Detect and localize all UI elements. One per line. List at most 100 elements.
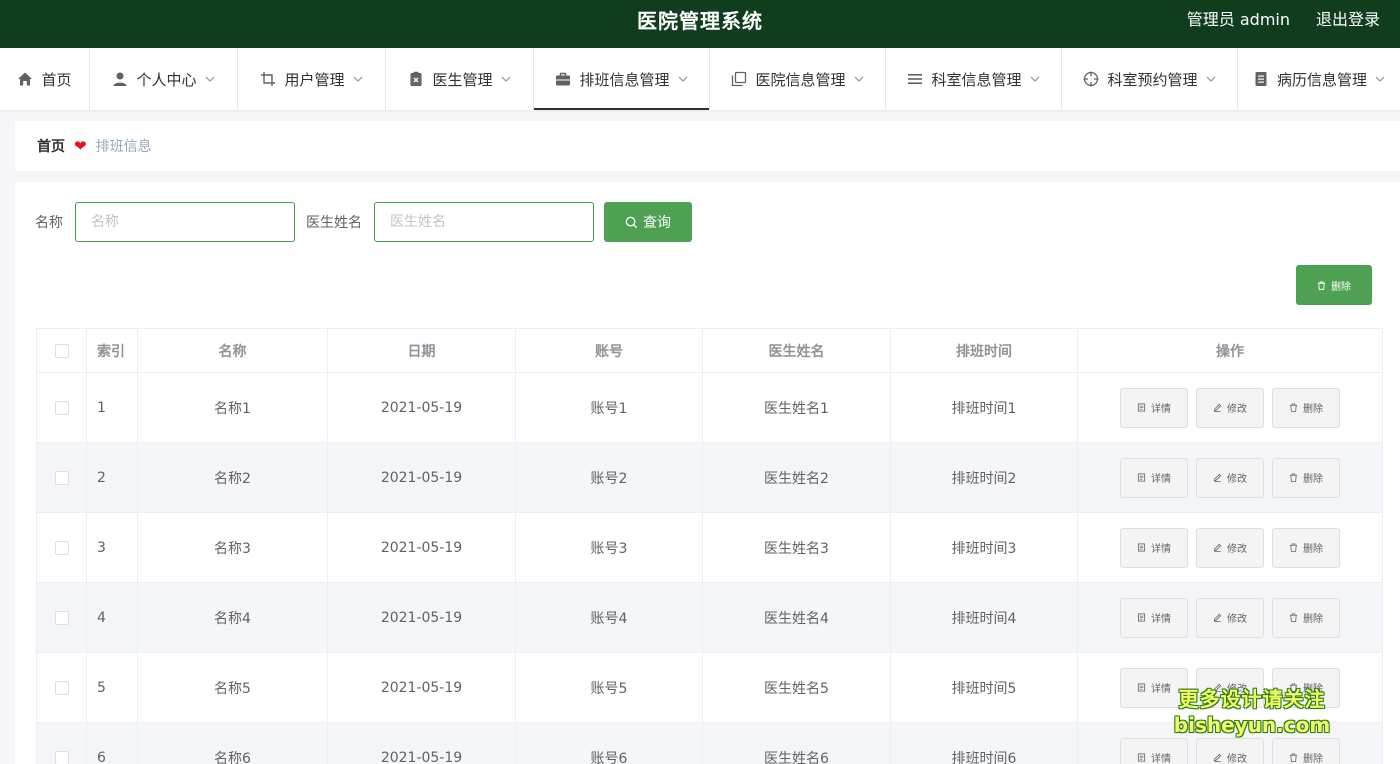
nav-item-medical-records[interactable]: 病历信息管理: [1238, 48, 1400, 110]
edit-button[interactable]: 修改: [1196, 667, 1264, 708]
cell-account: 账号4: [515, 582, 703, 653]
document-icon: [1253, 71, 1269, 87]
trash-icon: [1289, 683, 1298, 692]
row-checkbox[interactable]: [54, 610, 69, 625]
doc-close-icon: [408, 71, 424, 87]
aim-icon: [1083, 71, 1099, 87]
cell-doctor-name: 医生姓名4: [702, 582, 891, 653]
nav-item-label: 个人中心: [136, 70, 197, 89]
cell-date: 2021-05-19: [327, 512, 516, 583]
copy-icon: [731, 71, 747, 87]
cell-doctor-name: 医生姓名5: [702, 652, 891, 723]
nav-item-label: 科室预约管理: [1107, 70, 1198, 89]
cell-actions: 详情 修改 删除: [1077, 372, 1383, 443]
row-checkbox[interactable]: [54, 750, 69, 764]
list-icon: [907, 71, 923, 87]
logout-button[interactable]: 退出登录: [1316, 0, 1380, 40]
cell-name: 名称3: [137, 512, 328, 583]
detail-button[interactable]: 详情: [1120, 737, 1188, 764]
detail-icon: [1137, 683, 1146, 692]
edit-button[interactable]: 修改: [1196, 387, 1264, 428]
column-header: 排班时间: [890, 328, 1078, 373]
cell-schedule-time: 排班时间3: [890, 512, 1078, 583]
nav-item-home[interactable]: 首页: [0, 48, 90, 110]
column-header: 医生姓名: [702, 328, 891, 373]
cell-schedule-time: 排班时间1: [890, 372, 1078, 443]
cell-actions: 详情 修改 删除: [1077, 652, 1383, 723]
query-button[interactable]: 查询: [604, 202, 692, 242]
delete-label: 删除: [1303, 754, 1323, 764]
breadcrumb-current: 排班信息: [95, 139, 152, 155]
detail-button[interactable]: 详情: [1120, 597, 1188, 638]
row-checkbox[interactable]: [54, 540, 69, 555]
detail-button[interactable]: 详情: [1120, 457, 1188, 498]
cell-date: 2021-05-19: [327, 652, 516, 723]
nav-item-doctor-management[interactable]: 医生管理: [386, 48, 534, 110]
detail-button[interactable]: 详情: [1120, 667, 1188, 708]
cell-date: 2021-05-19: [327, 582, 516, 653]
edit-label: 修改: [1227, 404, 1247, 415]
nav-item-department-appointment[interactable]: 科室预约管理: [1062, 48, 1238, 110]
main-nav: 首页 个人中心 用户管理 医生管理 排班信息管理 医院信息管理 科室信息管理 科…: [0, 48, 1400, 110]
table-row: 6 名称6 2021-05-19 账号6 医生姓名6 排班时间6 详情 修改 删除: [36, 722, 1383, 764]
delete-label: 删除: [1303, 684, 1323, 695]
nav-item-label: 用户管理: [284, 70, 345, 89]
detail-icon: [1137, 613, 1146, 622]
search-icon: [625, 216, 638, 228]
nav-item-user-management[interactable]: 用户管理: [238, 48, 386, 110]
cell-schedule-time: 排班时间2: [890, 442, 1078, 513]
chevron-down-icon: [1206, 74, 1216, 84]
cell-index: 6: [86, 722, 138, 764]
nav-item-label: 医生管理: [432, 70, 493, 89]
edit-label: 修改: [1227, 474, 1247, 485]
row-delete-button[interactable]: 删除: [1272, 667, 1340, 708]
row-select-cell: [36, 512, 87, 583]
detail-label: 详情: [1151, 684, 1171, 695]
nav-item-schedule-management[interactable]: 排班信息管理: [534, 48, 710, 110]
chevron-down-icon: [854, 74, 864, 84]
detail-icon: [1137, 753, 1146, 762]
trash-icon: [1289, 473, 1298, 482]
cell-account: 账号1: [515, 372, 703, 443]
detail-label: 详情: [1151, 474, 1171, 485]
edit-label: 修改: [1227, 614, 1247, 625]
nav-item-department-info[interactable]: 科室信息管理: [886, 48, 1062, 110]
column-header: 账号: [515, 328, 703, 373]
search-form: 名称 医生姓名 查询: [35, 202, 692, 242]
schedule-table: 索引 名称 日期 账号 医生姓名 排班时间 操作 1 名称1 2021-05-19 账…: [36, 328, 1383, 764]
batch-delete-button[interactable]: 删除: [1296, 265, 1372, 305]
detail-label: 详情: [1151, 544, 1171, 555]
row-checkbox[interactable]: [54, 400, 69, 415]
doctor-name-search-input[interactable]: [374, 202, 594, 242]
cell-schedule-time: 排班时间4: [890, 582, 1078, 653]
row-delete-button[interactable]: 删除: [1272, 387, 1340, 428]
detail-button[interactable]: 详情: [1120, 387, 1188, 428]
edit-button[interactable]: 修改: [1196, 597, 1264, 638]
row-delete-button[interactable]: 删除: [1272, 737, 1340, 764]
cell-index: 5: [86, 652, 138, 723]
detail-label: 详情: [1151, 614, 1171, 625]
detail-button[interactable]: 详情: [1120, 527, 1188, 568]
select-all-checkbox[interactable]: [54, 343, 69, 358]
nav-item-personal-center[interactable]: 个人中心: [90, 48, 238, 110]
row-delete-button[interactable]: 删除: [1272, 457, 1340, 498]
nav-item-hospital-info[interactable]: 医院信息管理: [710, 48, 886, 110]
cell-doctor-name: 医生姓名1: [702, 372, 891, 443]
cell-doctor-name: 医生姓名6: [702, 722, 891, 764]
edit-button[interactable]: 修改: [1196, 457, 1264, 498]
row-delete-button[interactable]: 删除: [1272, 527, 1340, 568]
edit-button[interactable]: 修改: [1196, 737, 1264, 764]
edit-button[interactable]: 修改: [1196, 527, 1264, 568]
row-select-cell: [36, 722, 87, 764]
nav-item-label: 医院信息管理: [755, 70, 846, 89]
row-checkbox[interactable]: [54, 470, 69, 485]
breadcrumb-home[interactable]: 首页: [37, 136, 65, 156]
column-header: 名称: [137, 328, 328, 373]
cell-name: 名称6: [137, 722, 328, 764]
name-search-input[interactable]: [75, 202, 295, 242]
edit-label: 修改: [1227, 544, 1247, 555]
edit-label: 修改: [1227, 684, 1247, 695]
row-checkbox[interactable]: [54, 680, 69, 695]
row-delete-button[interactable]: 删除: [1272, 597, 1340, 638]
detail-icon: [1137, 403, 1146, 412]
